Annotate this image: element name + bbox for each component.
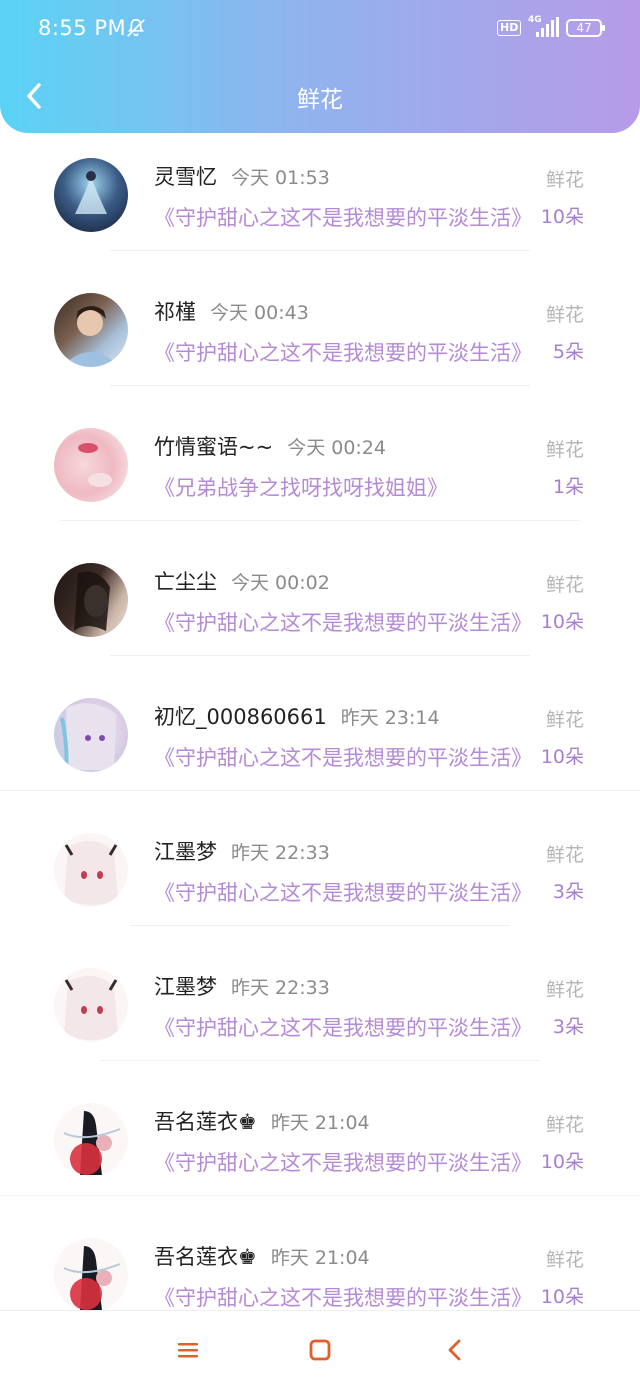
gift-type: 鲜花 — [545, 844, 584, 866]
book-title[interactable]: 《守护甜心之这不是我想要的平淡生活》 — [154, 742, 532, 772]
book-title[interactable]: 《守护甜心之这不是我想要的平淡生活》 — [154, 1012, 532, 1042]
book-title[interactable]: 《守护甜心之这不是我想要的平淡生活》 — [154, 202, 532, 232]
list-item[interactable]: 吾名莲衣♚ 昨天 21:04 鲜花 《守护甜心之这不是我想要的平淡生活》 10朵 — [0, 1095, 640, 1230]
divider — [110, 655, 530, 656]
user-name: 江墨梦 — [154, 975, 217, 999]
user-name-line: 吾名莲衣♚ 昨天 21:04 — [154, 1241, 370, 1271]
avatar[interactable] — [54, 698, 128, 772]
gift-type: 鲜花 — [545, 574, 584, 596]
book-title[interactable]: 《守护甜心之这不是我想要的平淡生活》 — [154, 877, 532, 907]
divider — [110, 385, 530, 386]
timestamp: 今天 00:43 — [210, 302, 309, 324]
bell-muted-icon — [127, 18, 145, 37]
gift-type: 鲜花 — [545, 169, 584, 191]
user-name-line: 吾名莲衣♚ 昨天 21:04 — [154, 1106, 370, 1136]
timestamp: 昨天 23:14 — [340, 707, 440, 729]
divider — [130, 925, 510, 926]
list-item[interactable]: 江墨梦 昨天 22:33 鲜花 《守护甜心之这不是我想要的平淡生活》 3朵 — [0, 825, 640, 960]
user-name: 亡尘尘 — [154, 570, 217, 594]
divider — [60, 520, 580, 521]
list-item[interactable]: 亡尘尘 今天 00:02 鲜花 《守护甜心之这不是我想要的平淡生活》 10朵 — [0, 555, 640, 690]
status-time: 8:55 PM — [38, 16, 127, 40]
status-bar: 8:55 PM HD 4G 47 — [0, 0, 640, 60]
avatar[interactable] — [54, 1103, 128, 1177]
user-name: 吾名莲衣♚ — [154, 1110, 257, 1134]
user-name-line: 江墨梦 昨天 22:33 — [154, 836, 330, 866]
divider — [0, 1195, 640, 1196]
gift-count: 3朵 — [552, 1016, 584, 1038]
timestamp: 昨天 22:33 — [231, 977, 330, 999]
list-item[interactable]: 初忆_000860661 昨天 23:14 鲜花 《守护甜心之这不是我想要的平淡生… — [0, 690, 640, 825]
back-triangle-icon[interactable] — [442, 1337, 468, 1363]
page-title: 鲜花 — [297, 87, 343, 113]
gift-type: 鲜花 — [545, 709, 584, 731]
book-title[interactable]: 《守护甜心之这不是我想要的平淡生活》 — [154, 1147, 532, 1177]
list-item[interactable]: 竹情蜜语~~ 今天 00:24 鲜花 《兄弟战争之找呀找呀找姐姐》 1朵 — [0, 420, 640, 555]
gift-count: 1朵 — [552, 476, 584, 498]
avatar[interactable] — [54, 158, 128, 232]
gift-count: 10朵 — [540, 1151, 584, 1173]
user-name: 江墨梦 — [154, 840, 217, 864]
gift-count: 10朵 — [540, 611, 584, 633]
user-name: 祁槿 — [154, 300, 196, 324]
gift-type: 鲜花 — [545, 1114, 584, 1136]
user-name: 吾名莲衣♚ — [154, 1245, 257, 1269]
avatar[interactable] — [54, 968, 128, 1042]
user-name-line: 灵雪忆 今天 01:53 — [154, 161, 330, 191]
divider — [100, 1060, 540, 1061]
user-name: 竹情蜜语~~ — [154, 435, 274, 459]
list-item[interactable]: 灵雪忆 今天 01:53 鲜花 《守护甜心之这不是我想要的平淡生活》 10朵 — [0, 150, 640, 285]
gift-count: 10朵 — [540, 206, 584, 228]
user-name: 初忆_000860661 — [154, 705, 327, 729]
timestamp: 昨天 21:04 — [270, 1112, 370, 1134]
user-name-line: 亡尘尘 今天 00:02 — [154, 566, 330, 596]
divider — [110, 250, 530, 251]
divider — [0, 790, 640, 791]
gift-count: 3朵 — [552, 881, 584, 903]
user-name-line: 祁槿 今天 00:43 — [154, 296, 309, 326]
gift-type: 鲜花 — [545, 304, 584, 326]
timestamp: 今天 00:24 — [287, 437, 386, 459]
avatar[interactable] — [54, 293, 128, 367]
timestamp: 今天 00:02 — [231, 572, 330, 594]
user-name-line: 初忆_000860661 昨天 23:14 — [154, 701, 440, 731]
book-title[interactable]: 《守护甜心之这不是我想要的平淡生活》 — [154, 1282, 532, 1312]
gift-count: 5朵 — [552, 341, 584, 363]
timestamp: 昨天 22:33 — [231, 842, 330, 864]
timestamp: 今天 01:53 — [231, 167, 330, 189]
avatar[interactable] — [54, 563, 128, 637]
hd-icon: HD — [497, 20, 522, 36]
gift-count: 10朵 — [540, 746, 584, 768]
timestamp: 昨天 21:04 — [270, 1247, 370, 1269]
user-name: 灵雪忆 — [154, 165, 217, 189]
gift-type: 鲜花 — [545, 439, 584, 461]
user-name-line: 江墨梦 昨天 22:33 — [154, 971, 330, 1001]
book-title[interactable]: 《兄弟战争之找呀找呀找姐姐》 — [154, 472, 532, 502]
menu-icon[interactable] — [175, 1337, 201, 1363]
avatar[interactable] — [54, 833, 128, 907]
signal-icon — [536, 17, 559, 37]
list-item[interactable]: 江墨梦 昨天 22:33 鲜花 《守护甜心之这不是我想要的平淡生活》 3朵 — [0, 960, 640, 1095]
avatar[interactable] — [54, 428, 128, 502]
gift-count: 10朵 — [540, 1286, 584, 1308]
app-header: 8:55 PM HD 4G 47 鲜花 — [0, 0, 640, 133]
user-name-line: 竹情蜜语~~ 今天 00:24 — [154, 431, 386, 461]
battery-level: 47 — [576, 21, 592, 35]
gift-type: 鲜花 — [545, 979, 584, 1001]
battery-icon: 47 — [566, 19, 605, 37]
book-title[interactable]: 《守护甜心之这不是我想要的平淡生活》 — [154, 607, 532, 637]
home-square-icon[interactable] — [307, 1337, 333, 1363]
list-item[interactable]: 祁槿 今天 00:43 鲜花 《守护甜心之这不是我想要的平淡生活》 5朵 — [0, 285, 640, 420]
gift-type: 鲜花 — [545, 1249, 584, 1271]
system-nav-bar — [0, 1310, 640, 1387]
book-title[interactable]: 《守护甜心之这不是我想要的平淡生活》 — [154, 337, 532, 367]
avatar[interactable] — [54, 1238, 128, 1312]
